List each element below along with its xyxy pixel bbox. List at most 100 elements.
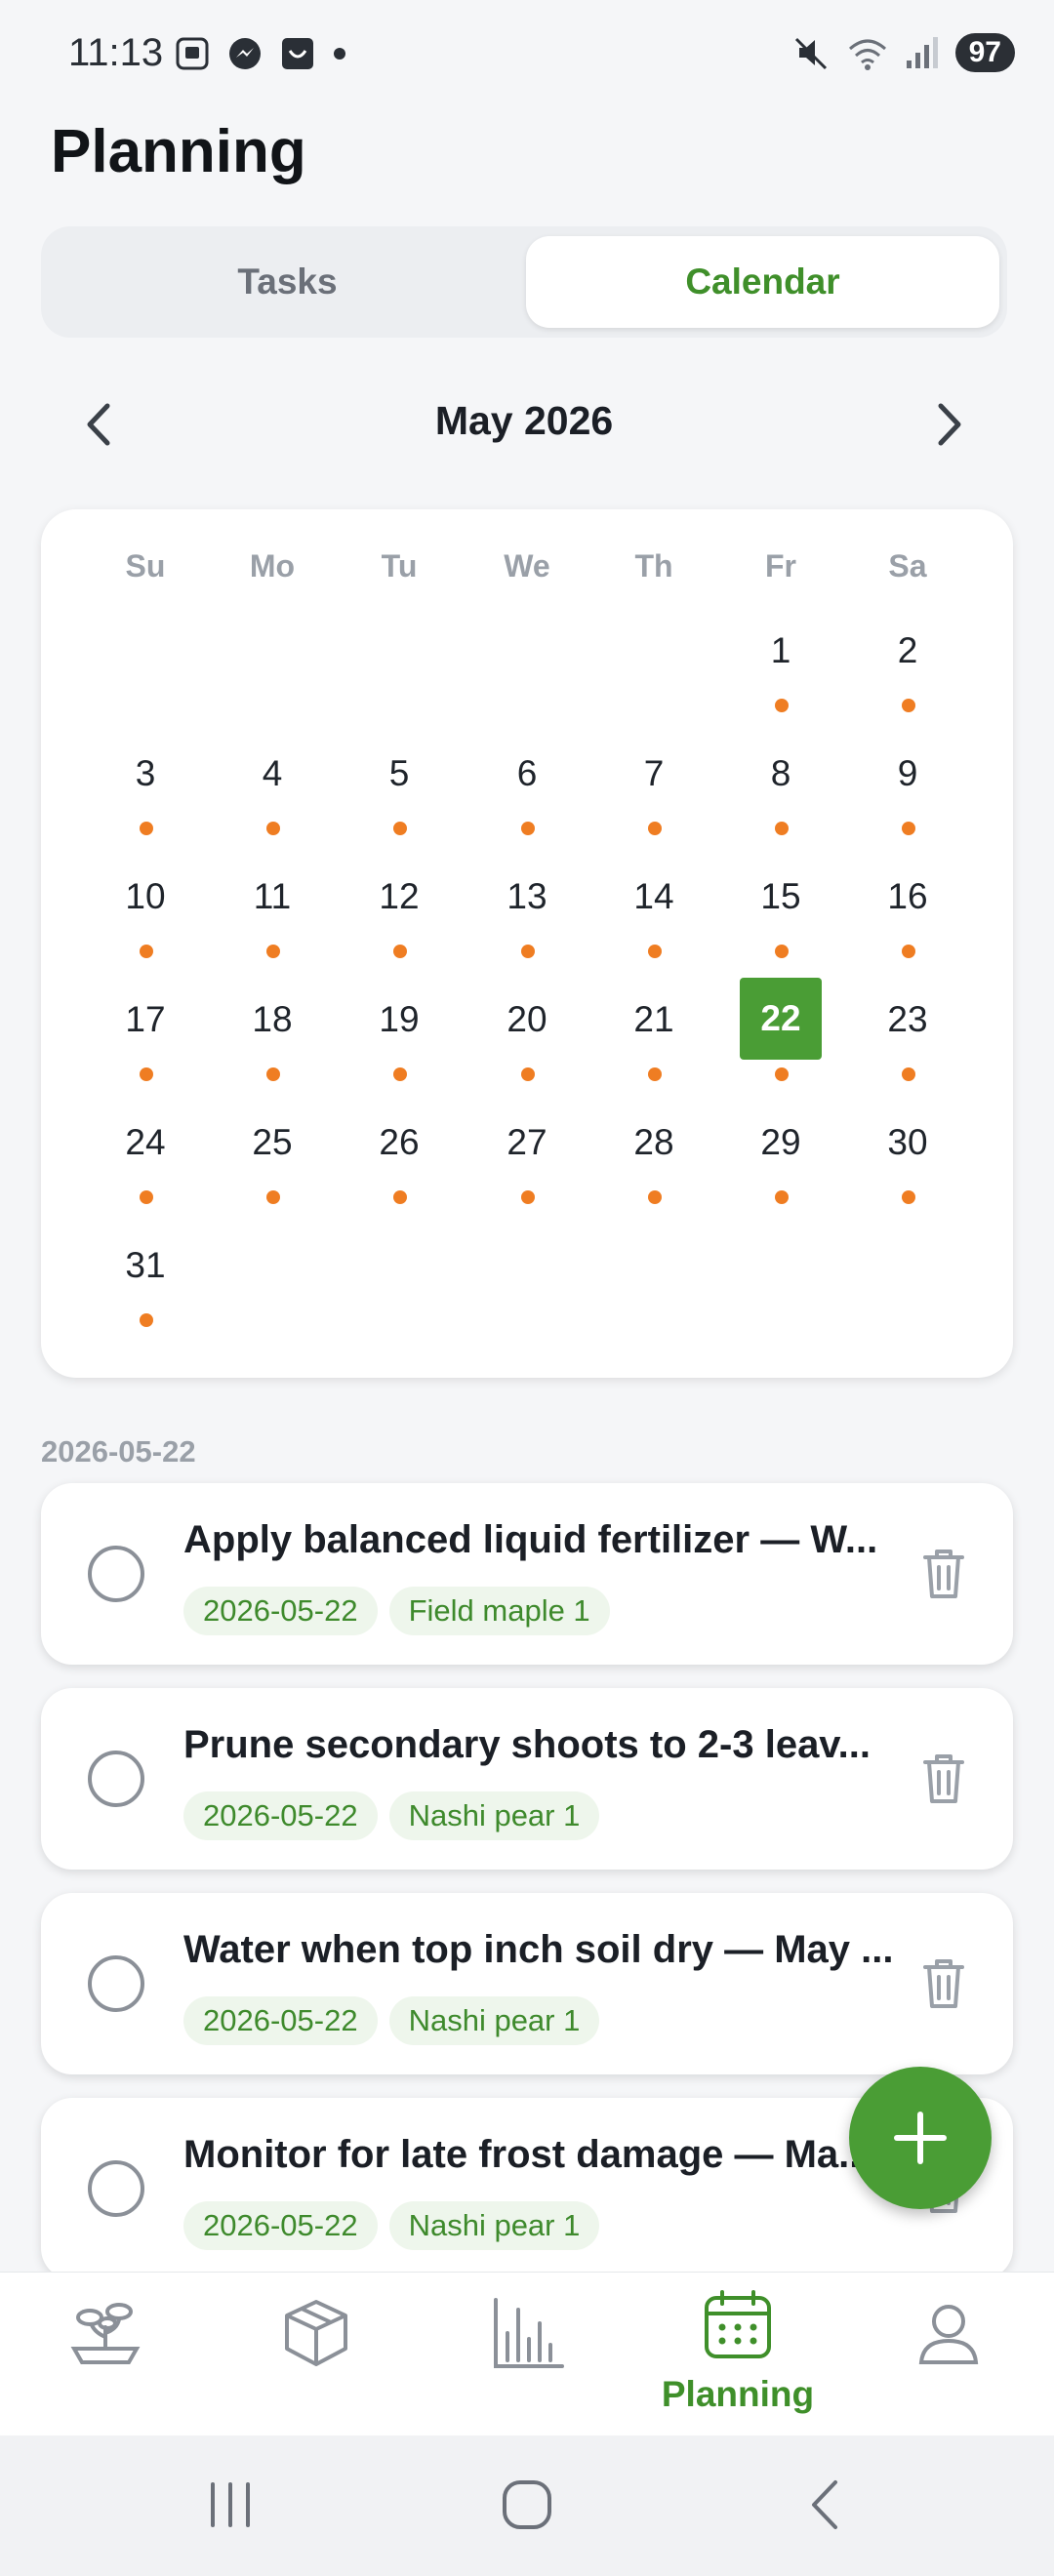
calendar-day-9[interactable]: 9 <box>864 732 952 839</box>
task-indicator-dot <box>521 822 535 835</box>
calendar-day-29[interactable]: 29 <box>737 1101 825 1208</box>
task-tree-tag: Nashi pear 1 <box>388 1996 600 2045</box>
task-title: Apply balanced liquid fertilizer — W... <box>183 1518 878 1561</box>
nav-item-stats[interactable] <box>422 2273 632 2436</box>
calendar-day-18[interactable]: 18 <box>228 978 316 1085</box>
calendar-day-2[interactable]: 2 <box>864 609 952 716</box>
task-checkbox[interactable] <box>88 1751 144 1807</box>
calendar-day-13[interactable]: 13 <box>483 855 571 962</box>
day-number: 17 <box>125 999 166 1039</box>
month-navigation: May 2026 <box>41 381 1007 468</box>
day-number: 28 <box>633 1122 674 1162</box>
user-icon <box>918 2305 979 2364</box>
calendar-day-5[interactable]: 5 <box>355 732 443 839</box>
calendar-day-21[interactable]: 21 <box>610 978 698 1085</box>
calendar-day-25[interactable]: 25 <box>228 1101 316 1208</box>
nav-item-inventory[interactable] <box>211 2273 422 2436</box>
calendar-day-12[interactable]: 12 <box>355 855 443 962</box>
task-date-tag: 2026-05-22 <box>183 1791 378 1840</box>
next-month-button[interactable] <box>919 395 978 454</box>
calendar-day-1[interactable]: 1 <box>737 609 825 716</box>
day-number: 3 <box>135 753 156 793</box>
weekday-label: Su <box>125 548 166 584</box>
calendar-day-14[interactable]: 14 <box>610 855 698 962</box>
battery-indicator: 97 <box>954 33 1015 72</box>
day-number: 26 <box>379 1122 420 1162</box>
calendar-day-26[interactable]: 26 <box>355 1101 443 1208</box>
month-label: May 2026 <box>434 398 614 443</box>
back-button[interactable] <box>785 2471 863 2539</box>
calendar-day-30[interactable]: 30 <box>864 1101 952 1208</box>
task-indicator-dot <box>393 822 407 835</box>
task-checkbox[interactable] <box>88 1955 144 2012</box>
delete-task-button[interactable] <box>919 1544 968 1602</box>
calendar-day-31[interactable]: 31 <box>101 1224 189 1331</box>
task-indicator-dot <box>140 822 153 835</box>
task-card[interactable]: Water when top inch soil dry — May ... 20… <box>41 1893 1013 2074</box>
calendar-day-19[interactable]: 19 <box>355 978 443 1085</box>
calendar-day-4[interactable]: 4 <box>228 732 316 839</box>
day-number: 11 <box>253 876 292 916</box>
tab-calendar[interactable]: Calendar <box>526 236 999 328</box>
add-task-button[interactable] <box>849 2067 992 2209</box>
calendar-day-6[interactable]: 6 <box>483 732 571 839</box>
calendar-day-17[interactable]: 17 <box>101 978 189 1085</box>
task-indicator-dot <box>521 1190 535 1204</box>
recent-apps-button[interactable] <box>191 2471 269 2539</box>
calendar-day-24[interactable]: 24 <box>101 1101 189 1208</box>
delete-task-button[interactable] <box>919 1953 968 2012</box>
weekday-label: Tu <box>381 548 418 584</box>
task-indicator-dot <box>902 699 915 712</box>
task-tags: 2026-05-22 Nashi pear 1 <box>183 1996 600 2045</box>
day-number: 5 <box>388 753 410 793</box>
calendar-day-7[interactable]: 7 <box>610 732 698 839</box>
day-number: 25 <box>252 1122 293 1162</box>
calendar-day-22[interactable]: 22 <box>737 978 825 1085</box>
task-indicator-dot <box>775 1190 789 1204</box>
task-indicator-dot <box>140 945 153 958</box>
task-checkbox[interactable] <box>88 2160 144 2217</box>
signal-icon <box>906 37 938 68</box>
nav-item-profile[interactable] <box>843 2273 1054 2436</box>
plus-icon <box>894 2112 947 2164</box>
task-checkbox[interactable] <box>88 1546 144 1602</box>
delete-task-button[interactable] <box>919 1749 968 1807</box>
task-indicator-dot <box>393 1067 407 1081</box>
task-indicator-dot <box>266 1067 280 1081</box>
bonsai-icon <box>70 2303 141 2364</box>
calendar-day-20[interactable]: 20 <box>483 978 571 1085</box>
recent-apps-icon <box>211 2482 250 2527</box>
day-number: 19 <box>379 999 420 1039</box>
calendar-day-23[interactable]: 23 <box>864 978 952 1085</box>
task-card[interactable]: Apply balanced liquid fertilizer — W... 2… <box>41 1483 1013 1665</box>
day-number: 20 <box>507 999 547 1039</box>
task-tags: 2026-05-22 Nashi pear 1 <box>183 2201 600 2250</box>
day-number: 10 <box>125 876 166 916</box>
calendar-day-8[interactable]: 8 <box>737 732 825 839</box>
calendar-day-15[interactable]: 15 <box>737 855 825 962</box>
task-title: Monitor for late frost damage — Ma... <box>183 2133 872 2176</box>
box-icon <box>285 2300 347 2366</box>
tab-tasks[interactable]: Tasks <box>51 236 524 328</box>
calendar-day-28[interactable]: 28 <box>610 1101 698 1208</box>
task-indicator-dot <box>902 1067 915 1081</box>
trash-icon <box>923 1959 964 2008</box>
nav-item-trees[interactable] <box>0 2273 211 2436</box>
task-indicator-dot <box>266 1190 280 1204</box>
nav-item-planning[interactable]: Planning <box>632 2273 843 2436</box>
task-card[interactable]: Prune secondary shoots to 2-3 leav... 202… <box>41 1688 1013 1870</box>
calendar-day-16[interactable]: 16 <box>864 855 952 962</box>
calendar-day-10[interactable]: 10 <box>101 855 189 962</box>
trash-icon <box>923 1550 964 1598</box>
calendar-icon <box>705 2290 771 2358</box>
calendar-day-27[interactable]: 27 <box>483 1101 571 1208</box>
task-indicator-dot <box>902 1190 915 1204</box>
chevron-right-icon <box>938 403 961 446</box>
task-indicator-dot <box>521 1067 535 1081</box>
day-number: 24 <box>125 1122 166 1162</box>
day-number: 22 <box>740 978 822 1060</box>
task-indicator-dot <box>775 822 789 835</box>
home-button[interactable] <box>488 2471 566 2539</box>
calendar-day-3[interactable]: 3 <box>101 732 189 839</box>
calendar-day-11[interactable]: 11 <box>228 855 316 962</box>
